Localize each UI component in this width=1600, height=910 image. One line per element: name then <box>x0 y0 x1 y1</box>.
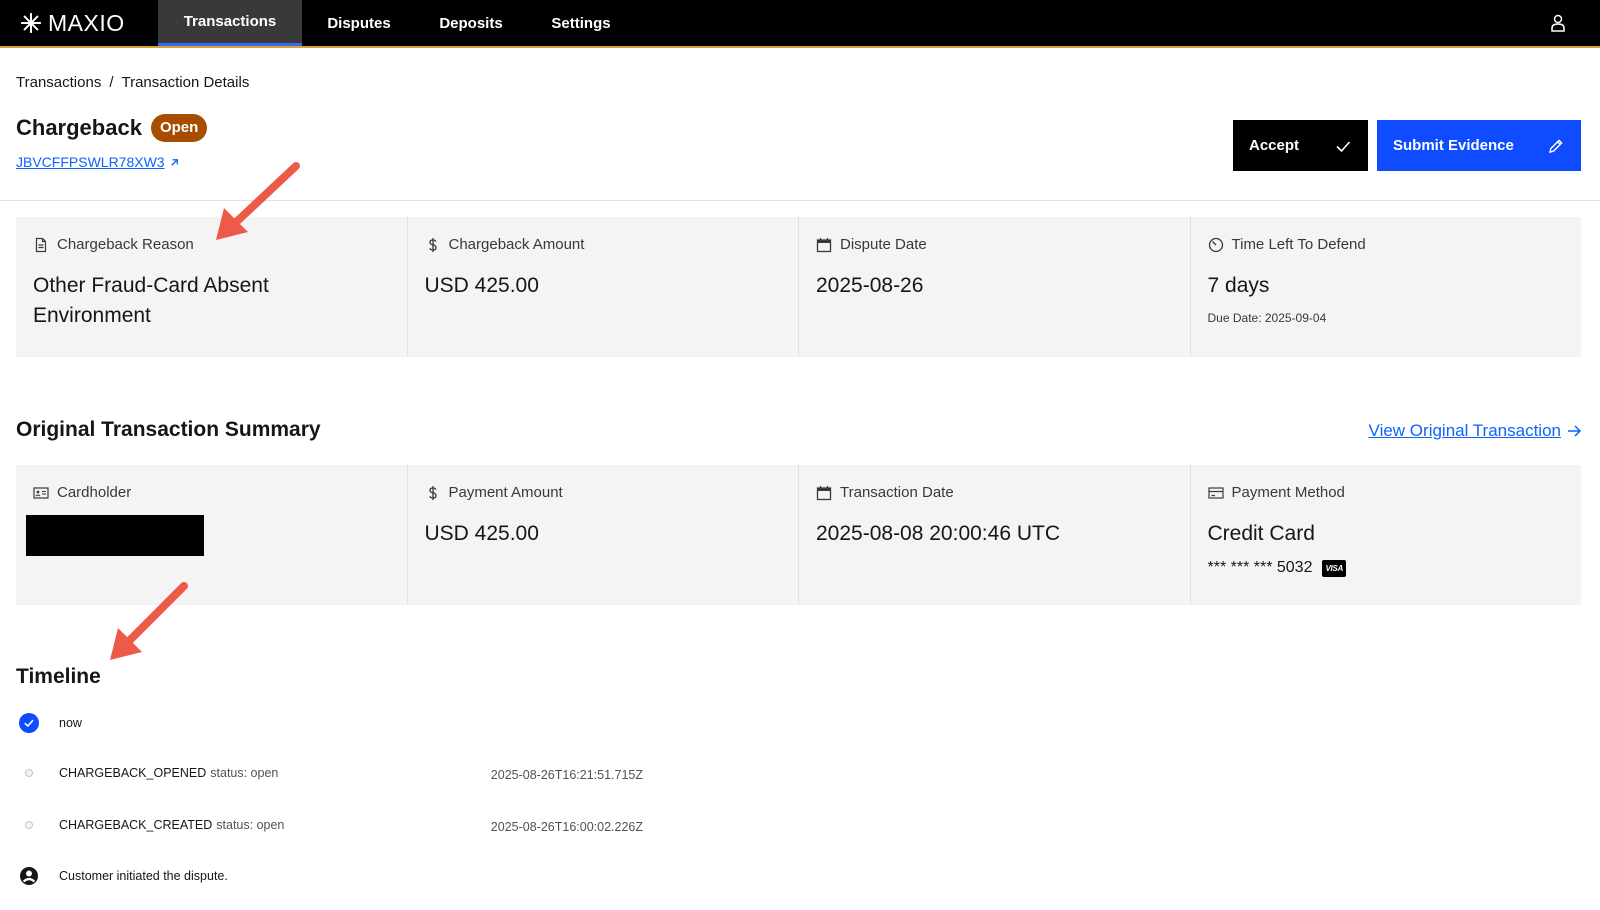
timeline-timestamp: 2025-08-26T16:00:02.226Z <box>490 820 643 834</box>
chargeback-reference-link[interactable]: JBVCFFPSWLR78XW3 <box>16 154 180 170</box>
transaction-date-card: Transaction Date 2025-08-08 20:00:46 UTC <box>799 465 1190 605</box>
pencil-icon <box>1549 138 1563 153</box>
top-nav: MAXIO Transactions Disputes Deposits Set… <box>0 0 1600 48</box>
time-left-card: Time Left To Defend 7 days Due Date: 202… <box>1190 217 1581 357</box>
user-icon[interactable] <box>1548 13 1568 33</box>
credit-card-icon <box>1207 486 1224 499</box>
accept-button[interactable]: Accept <box>1233 120 1368 171</box>
document-icon <box>35 237 47 252</box>
arrow-right-icon <box>1568 425 1582 437</box>
reference-text: JBVCFFPSWLR78XW3 <box>16 154 165 170</box>
nav-transactions[interactable]: Transactions <box>158 0 302 46</box>
asterisk-logo-icon <box>20 12 42 34</box>
visa-icon: VISA <box>1322 559 1346 577</box>
dispute-date-value: 2025-08-26 <box>816 274 924 297</box>
dot-icon <box>25 821 33 829</box>
timeline-status: status: open <box>210 766 279 780</box>
payment-amount-card: Payment Amount USD 425.00 <box>407 465 798 605</box>
view-original-transaction-link[interactable]: View Original Transaction <box>1369 421 1582 441</box>
timeline-item: now <box>17 712 82 734</box>
timeline-icon-wrap <box>17 820 41 830</box>
id-card-icon <box>33 486 49 499</box>
transaction-date-value: 2025-08-08 20:00:46 UTC <box>816 522 1060 545</box>
check-circle-icon <box>19 713 39 733</box>
chargeback-amount-card: Chargeback Amount USD 425.00 <box>407 217 798 357</box>
chargeback-amount-label-row: Chargeback Amount <box>425 236 782 253</box>
chargeback-amount-value: USD 425.00 <box>424 274 539 297</box>
timeline-event: now <box>59 716 82 730</box>
accept-label: Accept <box>1249 137 1300 154</box>
submit-label: Submit Evidence <box>1393 137 1514 154</box>
nav-settings[interactable]: Settings <box>526 0 636 46</box>
redacted-cardholder-name <box>26 515 204 556</box>
timeline-item: CHARGEBACK_OPENED status: open <box>17 766 278 780</box>
view-original-transaction-text: View Original Transaction <box>1368 421 1561 440</box>
masked-card-number: *** *** *** 5032 <box>1207 559 1313 576</box>
timeline-event: CHARGEBACK_OPENED <box>59 766 207 780</box>
timeline-item: CHARGEBACK_CREATED status: open <box>17 818 284 832</box>
transaction-summary-cards: Cardholder Payment Amount USD 425.00 Tra… <box>16 465 1581 605</box>
due-date: Due Date: 2025-09-04 <box>1207 311 1327 325</box>
timeline-icon-wrap <box>17 866 41 886</box>
user-circle-icon <box>20 867 38 885</box>
timeline-title: Timeline <box>16 665 101 688</box>
payment-method-card: Payment Method Credit Card *** *** *** 5… <box>1190 465 1581 605</box>
dot-icon <box>25 769 33 777</box>
title-row: Chargeback Open <box>16 114 208 142</box>
dollar-icon <box>428 237 437 252</box>
chargeback-reason-label: Chargeback Reason <box>57 236 194 253</box>
time-left-value: 7 days <box>1207 274 1270 297</box>
nav-disputes[interactable]: Disputes <box>302 0 416 46</box>
clock-icon <box>1208 237 1223 252</box>
timeline-icon-wrap <box>17 712 41 734</box>
transaction-date-label-row: Transaction Date <box>816 484 1173 501</box>
timeline-icon-wrap <box>17 768 41 778</box>
status-badge: Open <box>150 114 208 142</box>
breadcrumb-separator: / <box>109 74 114 91</box>
masked-card-row: *** *** *** 5032 VISA <box>1208 559 1565 577</box>
calendar-icon <box>816 485 832 500</box>
timeline-event: Customer initiated the dispute. <box>59 869 228 883</box>
dispute-date-card: Dispute Date 2025-08-26 <box>799 217 1190 357</box>
payment-method-value: Credit Card <box>1207 522 1315 545</box>
breadcrumb-transactions-link[interactable]: Transactions <box>16 74 101 91</box>
chargeback-amount-label: Chargeback Amount <box>448 236 585 253</box>
payment-method-label: Payment Method <box>1231 484 1345 501</box>
timeline-event: CHARGEBACK_CREATED <box>59 818 213 832</box>
payment-amount-label-row: Payment Amount <box>425 484 782 501</box>
timeline-timestamp: 2025-08-26T16:21:51.715Z <box>490 768 643 782</box>
brand-logo[interactable]: MAXIO <box>0 0 158 46</box>
timeline-status: status: open <box>216 818 285 832</box>
page-title: Chargeback <box>16 115 142 140</box>
cardholder-card: Cardholder <box>16 465 407 605</box>
time-left-label: Time Left To Defend <box>1231 236 1366 253</box>
external-link-icon <box>170 158 178 166</box>
annotation-arrow-icon <box>216 162 300 240</box>
brand-name: MAXIO <box>48 9 125 36</box>
time-left-label-row: Time Left To Defend <box>1208 236 1565 253</box>
payment-amount-label: Payment Amount <box>448 484 563 501</box>
dollar-icon <box>428 485 437 500</box>
nav-deposits[interactable]: Deposits <box>416 0 526 46</box>
timeline-item: Customer initiated the dispute. <box>17 866 228 886</box>
calendar-icon <box>816 237 832 252</box>
checkmark-icon <box>1336 140 1351 152</box>
summary-section-title: Original Transaction Summary <box>16 418 321 441</box>
cardholder-label-row: Cardholder <box>33 484 390 501</box>
payment-amount-value: USD 425.00 <box>424 522 539 545</box>
dispute-date-label: Dispute Date <box>840 236 927 253</box>
breadcrumb: Transactions / Transaction Details <box>16 74 249 91</box>
cardholder-label: Cardholder <box>57 484 132 501</box>
dispute-date-label-row: Dispute Date <box>816 236 1173 253</box>
breadcrumb-current: Transaction Details <box>121 74 250 91</box>
submit-evidence-button[interactable]: Submit Evidence <box>1377 120 1581 171</box>
transaction-date-label: Transaction Date <box>840 484 954 501</box>
chargeback-reason-value: Other Fraud-Card Absent Environment <box>33 274 269 327</box>
payment-method-label-row: Payment Method <box>1207 484 1565 501</box>
annotation-arrow-icon <box>110 582 188 660</box>
